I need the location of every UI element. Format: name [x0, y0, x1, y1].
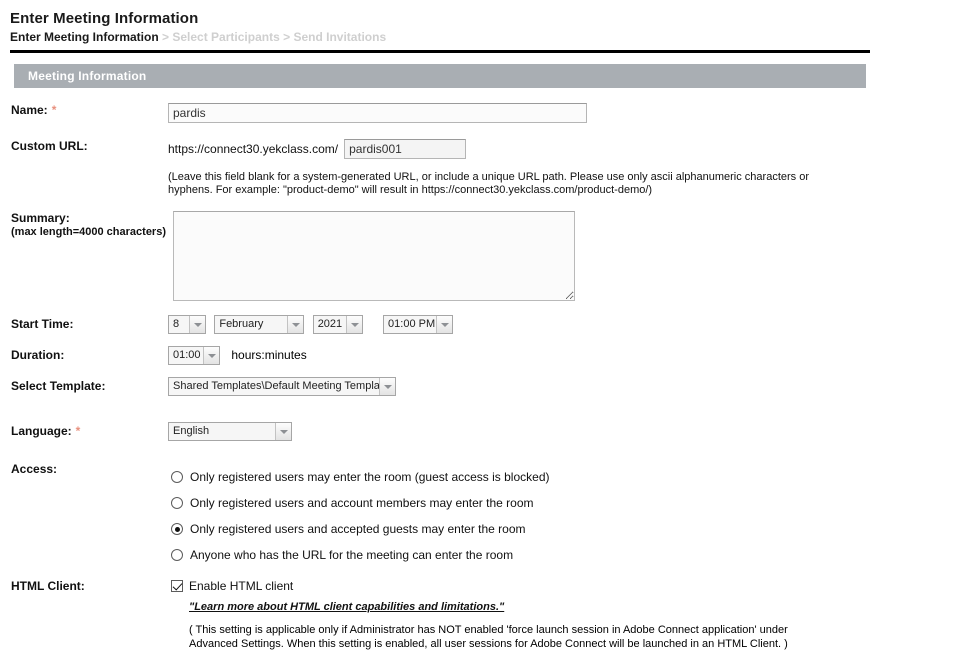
access-option-registered-only[interactable]: Only registered users may enter the room… [171, 464, 972, 490]
meeting-information-panel: Meeting Information [14, 64, 866, 88]
html-client-label-cell: HTML Client: [0, 579, 168, 594]
access-options: Only registered users may enter the room… [168, 462, 972, 568]
select-template-label: Select Template: [11, 379, 106, 393]
form-row-custom-url: Custom URL: https://connect30.yekclass.c… [0, 139, 972, 197]
form-row-language: Language: * English [0, 422, 972, 441]
chevron-down-icon [287, 316, 304, 333]
html-client-field-cell: Enable HTML client "Learn more about HTM… [168, 579, 972, 651]
start-day-select[interactable]: 8 [168, 315, 206, 334]
custom-url-input[interactable] [344, 139, 467, 159]
chevron-down-icon [275, 423, 291, 440]
language-value: English [169, 423, 275, 440]
duration-label-cell: Duration: [0, 348, 168, 363]
duration-unit-note: hours:minutes [231, 347, 307, 362]
summary-textarea[interactable] [173, 211, 575, 301]
custom-url-line: https://connect30.yekclass.com/ [168, 139, 972, 159]
start-day-value: 8 [169, 316, 189, 333]
duration-value: 01:00 [169, 347, 203, 364]
breadcrumb: Enter Meeting Information > Select Parti… [10, 29, 972, 45]
start-time-value: 01:00 PM [384, 316, 437, 333]
breadcrumb-separator-2: > [279, 30, 294, 44]
language-label-cell: Language: * [0, 424, 168, 439]
access-option-label: Only registered users and account member… [190, 496, 534, 510]
breadcrumb-step-enter-meeting-information[interactable]: Enter Meeting Information [10, 30, 159, 44]
chevron-down-icon [379, 378, 395, 395]
enable-html-client-row[interactable]: Enable HTML client [171, 579, 972, 593]
select-template-label-cell: Select Template: [0, 379, 168, 394]
breadcrumb-step-send-invitations[interactable]: Send Invitations [293, 30, 386, 44]
language-required-asterisk: * [75, 424, 81, 438]
custom-url-help-text: (Leave this field blank for a system-gen… [168, 171, 809, 196]
start-time-field-cell: 8 February 2021 01:00 PM [168, 315, 972, 334]
duration-field-cell: 01:00 hours:minutes [168, 346, 972, 365]
name-label: Name: [11, 103, 48, 117]
start-month-select[interactable]: February [214, 315, 305, 334]
page-header: Enter Meeting Information Enter Meeting … [0, 0, 972, 45]
duration-select[interactable]: 01:00 [168, 346, 220, 365]
name-label-cell: Name: * [0, 103, 168, 118]
template-value: Shared Templates\Default Meeting Templat… [169, 378, 389, 395]
start-time-of-day-select[interactable]: 01:00 PM [383, 315, 454, 334]
checkbox-icon-checked[interactable] [171, 580, 183, 592]
access-label: Access: [11, 462, 58, 476]
start-year-value: 2021 [313, 316, 346, 333]
form-row-name: Name: * [0, 103, 972, 123]
access-label-cell: Access: [0, 462, 168, 477]
select-template-field-cell: Shared Templates\Default Meeting Templat… [168, 377, 972, 396]
start-year-select[interactable]: 2021 [312, 315, 363, 334]
custom-url-prefix: https://connect30.yekclass.com/ [168, 142, 339, 156]
enable-html-client-label: Enable HTML client [189, 579, 294, 593]
form-row-summary: Summary: (max length=4000 characters) [0, 211, 972, 304]
html-client-label: HTML Client: [11, 579, 85, 593]
html-client-learn-more-link[interactable]: "Learn more about HTML client capabiliti… [189, 601, 504, 613]
html-client-note: ( This setting is applicable only if Adm… [189, 624, 788, 650]
radio-icon[interactable] [171, 549, 183, 561]
language-field-cell: English [168, 422, 972, 441]
access-option-registered-and-account-members[interactable]: Only registered users and account member… [171, 490, 972, 516]
form-row-html-client: HTML Client: Enable HTML client "Learn m… [0, 579, 972, 651]
page-title: Enter Meeting Information [10, 10, 199, 27]
name-field-cell [168, 103, 972, 123]
radio-icon[interactable] [171, 471, 183, 483]
access-option-label: Only registered users may enter the room… [190, 470, 550, 484]
access-option-anyone-with-url[interactable]: Anyone who has the URL for the meeting c… [171, 542, 972, 568]
start-time-label: Start Time: [11, 317, 74, 331]
duration-label: Duration: [11, 348, 65, 362]
custom-url-label-cell: Custom URL: [0, 139, 168, 154]
form-row-select-template: Select Template: Shared Templates\Defaul… [0, 377, 972, 396]
start-month-value: February [215, 316, 288, 333]
meeting-name-input[interactable] [168, 103, 587, 123]
access-option-registered-and-accepted-guests[interactable]: Only registered users and accepted guest… [171, 516, 972, 542]
radio-icon-selected[interactable] [171, 523, 183, 535]
chevron-down-icon [345, 316, 362, 333]
chevron-down-icon [203, 347, 219, 364]
access-option-label: Anyone who has the URL for the meeting c… [190, 548, 514, 562]
name-required-asterisk: * [51, 103, 57, 117]
chevron-down-icon [436, 316, 453, 333]
summary-sublabel: (max length=4000 characters) [11, 226, 166, 238]
chevron-down-icon [189, 316, 205, 333]
custom-url-label: Custom URL: [11, 139, 88, 153]
start-time-label-cell: Start Time: [0, 317, 168, 332]
summary-label-cell: Summary: (max length=4000 characters) [0, 211, 168, 239]
form-row-access: Access: Only registered users may enter … [0, 462, 972, 568]
language-label: Language: [11, 424, 72, 438]
template-select[interactable]: Shared Templates\Default Meeting Templat… [168, 377, 396, 396]
breadcrumb-step-select-participants[interactable]: Select Participants [172, 30, 279, 44]
radio-icon[interactable] [171, 497, 183, 509]
breadcrumb-separator-1: > [158, 30, 173, 44]
panel-header-title: Meeting Information [14, 64, 866, 88]
form-row-start-time: Start Time: 8 February 2021 01:00 PM [0, 315, 972, 334]
summary-field-cell [168, 211, 972, 304]
language-select[interactable]: English [168, 422, 292, 441]
access-option-label: Only registered users and accepted guest… [190, 522, 526, 536]
summary-label: Summary: [11, 211, 70, 225]
custom-url-field-cell: https://connect30.yekclass.com/ (Leave t… [168, 139, 972, 197]
form-row-duration: Duration: 01:00 hours:minutes [0, 346, 972, 365]
meeting-information-form: Name:* Custom URL: https://connect30.yek… [0, 103, 972, 651]
header-divider [10, 50, 870, 53]
